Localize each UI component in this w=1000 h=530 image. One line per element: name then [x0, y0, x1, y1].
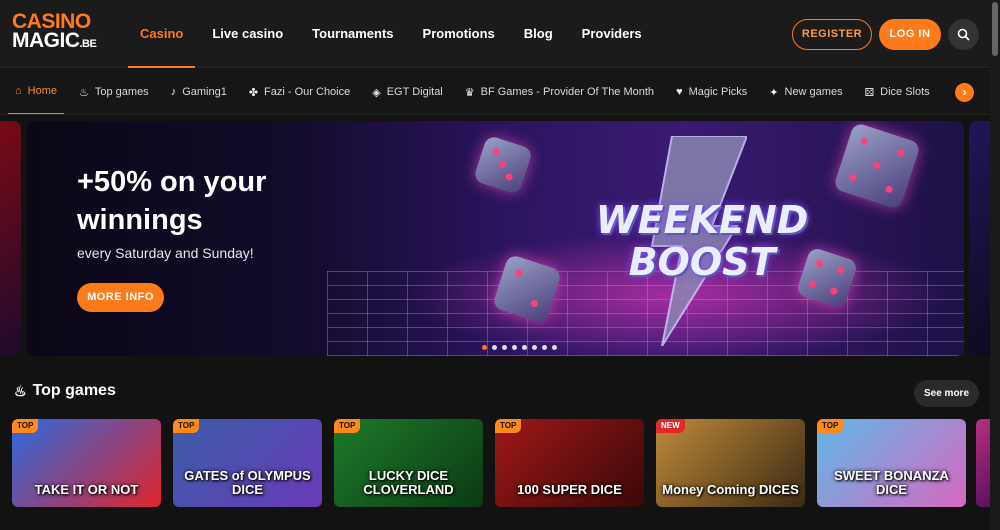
top-games-title: Top games	[32, 382, 116, 399]
carousel-dot[interactable]	[482, 345, 487, 350]
carousel-dot[interactable]	[492, 345, 497, 350]
flame-icon: ♨	[14, 382, 27, 399]
subnav-item-label: BF Games - Provider Of The Month	[480, 86, 655, 98]
game-title: GATES of OLYMPUS DICE	[184, 468, 311, 497]
promo-subtitle: every Saturday and Sunday!	[77, 245, 254, 261]
carousel-dot[interactable]	[512, 345, 517, 350]
weekend-boost-artwork: WEEKEND BOOST	[557, 199, 847, 283]
subnav-item-home[interactable]: ⌂ Home	[8, 69, 64, 114]
previous-slide-peek[interactable]	[0, 121, 21, 356]
scrollbar-thumb[interactable]	[992, 2, 998, 56]
see-more-button[interactable]: See more	[914, 380, 979, 407]
subnav-item-gaming1[interactable]: ♪ Gaming1	[164, 69, 234, 114]
heart-icon: ♥	[676, 86, 683, 98]
more-info-button[interactable]: MORE INFO	[77, 283, 164, 312]
subnav-item-top-games[interactable]: ♨ Top games	[72, 69, 156, 114]
category-nav: ⌂ Home ♨ Top games ♪ Gaming1 ✤ Fazi - Our Choic…	[0, 69, 990, 115]
game-badge: TOP	[173, 419, 200, 433]
game-badge: TOP	[334, 419, 361, 433]
game-title: Money Coming DICES	[662, 482, 799, 497]
game-badge: TOP	[817, 419, 844, 433]
subnav-item-label: Magic Picks	[688, 86, 748, 98]
top-games-list: TOP TAKE IT OR NOT TOP GATES of OLYMPUS DIC…	[12, 419, 978, 507]
next-slide-peek[interactable]	[969, 121, 990, 356]
game-card[interactable]: TOP SWEET BONANZA DICE	[817, 419, 966, 507]
promo-banner[interactable]: +50% on your winnings every Saturday and…	[27, 121, 964, 356]
gaming1-icon: ♪	[170, 86, 177, 98]
game-card[interactable]: TOP GATES of OLYMPUS DICE	[173, 419, 322, 507]
top-header: CASINO MAGIC.BE Casino Live casino Tourn…	[0, 0, 990, 68]
dice-icon	[472, 134, 534, 196]
promo-carousel: +50% on your winnings every Saturday and…	[0, 121, 990, 356]
carousel-dot[interactable]	[522, 345, 527, 350]
carousel-dot[interactable]	[532, 345, 537, 350]
game-title: TAKE IT OR NOT	[34, 482, 139, 497]
game-card[interactable]: TOP TAKE IT OR NOT	[12, 419, 161, 507]
subnav-item-label: New games	[784, 86, 843, 98]
subnav-item-label: Gaming1	[182, 86, 227, 98]
nav-live-casino[interactable]: Live casino	[200, 0, 295, 68]
search-icon	[957, 28, 970, 41]
carousel-dot[interactable]	[502, 345, 507, 350]
nav-casino[interactable]: Casino	[128, 0, 196, 68]
game-title: 100 SUPER DICE	[517, 482, 622, 497]
subnav-item-label: EGT Digital	[386, 86, 443, 98]
subnav-item-egt-digital[interactable]: ◈ EGT Digital	[365, 69, 450, 114]
dice-icon	[832, 121, 922, 211]
subnav-item-label: Fazi - Our Choice	[264, 86, 351, 98]
game-card-peek[interactable]	[976, 419, 990, 507]
top-games-heading: ♨ Top games	[14, 382, 116, 400]
carousel-dot[interactable]	[552, 345, 557, 350]
subnav-item-label: Home	[27, 85, 57, 97]
art-line2: BOOST	[628, 240, 776, 284]
subnav-item-bf-games-provider-of-the-month[interactable]: ♛ BF Games - Provider Of The Month	[458, 69, 661, 114]
nav-blog[interactable]: Blog	[512, 0, 565, 68]
flame-icon: ♨	[79, 86, 89, 99]
new-icon: ✦	[769, 86, 779, 99]
logo-line2: MAGIC.BE	[12, 29, 112, 54]
game-card[interactable]: TOP LUCKY DICE CLOVERLAND	[334, 419, 483, 507]
nav-promotions[interactable]: Promotions	[411, 0, 507, 68]
chevron-right-icon[interactable]: ›	[955, 83, 974, 102]
home-icon: ⌂	[15, 85, 22, 97]
game-badge: TOP	[495, 419, 522, 433]
diamond-icon: ◈	[372, 86, 381, 99]
logo-suffix: .BE	[79, 38, 97, 50]
game-card[interactable]: TOP 100 SUPER DICE	[495, 419, 644, 507]
login-button[interactable]: LOG IN	[879, 19, 941, 50]
register-button[interactable]: REGISTER	[792, 19, 872, 50]
nav-providers[interactable]: Providers	[570, 0, 654, 68]
nav-tournaments[interactable]: Tournaments	[300, 0, 405, 68]
art-line1: WEEKEND	[595, 198, 809, 242]
trophy-icon: ♛	[464, 86, 475, 99]
logo-word: MAGIC	[12, 29, 80, 52]
game-title: LUCKY DICE CLOVERLAND	[363, 468, 454, 497]
casino-magic-logo[interactable]: CASINO MAGIC.BE	[12, 11, 112, 56]
subnav-item-dice-slots[interactable]: ⚄ Dice Slots	[858, 69, 937, 114]
subnav-item-label: Dice Slots	[880, 86, 930, 98]
promo-headline: +50% on your winnings	[77, 166, 267, 236]
page-scrollbar[interactable]	[990, 0, 1000, 530]
dice-icon: ⚄	[864, 86, 875, 99]
game-card[interactable]: NEW Money Coming DICES	[656, 419, 805, 507]
subnav-item-label: Top games	[94, 86, 149, 98]
subnav-item-new-games[interactable]: ✦ New games	[762, 69, 849, 114]
subnav-item-magic-picks[interactable]: ♥ Magic Picks	[669, 69, 754, 114]
search-button[interactable]	[948, 19, 979, 50]
carousel-dot[interactable]	[542, 345, 547, 350]
game-title: SWEET BONANZA DICE	[834, 468, 949, 497]
subnav-item-fazi-our-choice[interactable]: ✤ Fazi - Our Choice	[242, 69, 357, 114]
carousel-dots	[482, 345, 562, 350]
game-badge: NEW	[656, 419, 685, 433]
main-nav: Casino Live casino Tournaments Promotion…	[128, 0, 659, 68]
game-badge: TOP	[12, 419, 39, 433]
clover-icon: ✤	[248, 86, 259, 99]
